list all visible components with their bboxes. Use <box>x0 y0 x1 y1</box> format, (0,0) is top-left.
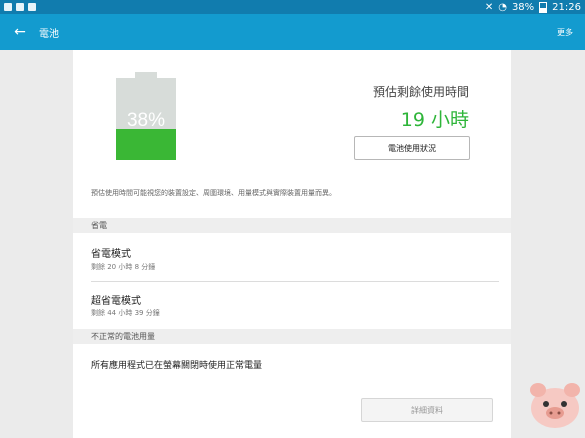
battery-usage-button[interactable]: 電池使用狀況 <box>354 136 470 160</box>
abnormal-usage-message: 所有應用程式已在螢幕關閉時使用正常電量 <box>91 361 263 371</box>
item-subtitle: 剩餘 44 小時 39 分鐘 <box>91 309 160 317</box>
list-item-ultra-power-saving-mode[interactable]: 超省電模式 剩餘 44 小時 39 分鐘 <box>73 282 511 328</box>
battery-percent-label: 38% <box>126 110 166 131</box>
battery-percent-text: 38% <box>511 1 535 13</box>
battery-body: 38% <box>116 78 176 160</box>
wifi-icon: ◔ <box>498 1 507 13</box>
gallery-notification-icon <box>16 3 24 11</box>
clock-text: 21:26 <box>552 1 581 13</box>
battery-card: 38% 預估剩餘使用時間 19 小時 電池使用狀況 預估使用時間可能視您的裝置設… <box>73 50 511 438</box>
battery-level-icon: 38% <box>116 72 176 160</box>
estimate-note: 預估使用時間可能視您的裝置設定、周圍環境、用量模式與實際裝置用量而異。 <box>91 189 336 197</box>
mascot-logo <box>530 383 580 428</box>
section-header-power-saving: 省電 <box>73 218 511 233</box>
estimate-label: 預估剩餘使用時間 <box>372 85 469 99</box>
battery-status-icon <box>539 1 548 13</box>
detail-button: 詳細資料 <box>361 398 493 422</box>
more-button[interactable]: 更多 <box>557 27 573 38</box>
mute-icon: ✕ <box>484 1 494 13</box>
item-title: 省電模式 <box>91 249 131 260</box>
item-title: 超省電模式 <box>91 296 141 307</box>
photos-notification-icon <box>28 3 36 11</box>
app-bar: ← 電池 更多 <box>0 14 585 50</box>
notification-icons <box>0 3 36 11</box>
estimate-value: 19 小時 <box>400 109 469 131</box>
back-arrow-icon[interactable]: ← <box>4 24 36 40</box>
system-status: ✕ ◔ 38% 21:26 <box>484 1 585 13</box>
image-notification-icon <box>4 3 12 11</box>
status-bar: ✕ ◔ 38% 21:26 <box>0 0 585 14</box>
section-header-abnormal-usage: 不正常的電池用量 <box>73 329 511 344</box>
battery-fill <box>116 128 176 160</box>
list-item-power-saving-mode[interactable]: 省電模式 剩餘 20 小時 8 分鐘 <box>73 234 511 281</box>
item-subtitle: 剩餘 20 小時 8 分鐘 <box>91 263 156 271</box>
page-title: 電池 <box>39 28 59 40</box>
